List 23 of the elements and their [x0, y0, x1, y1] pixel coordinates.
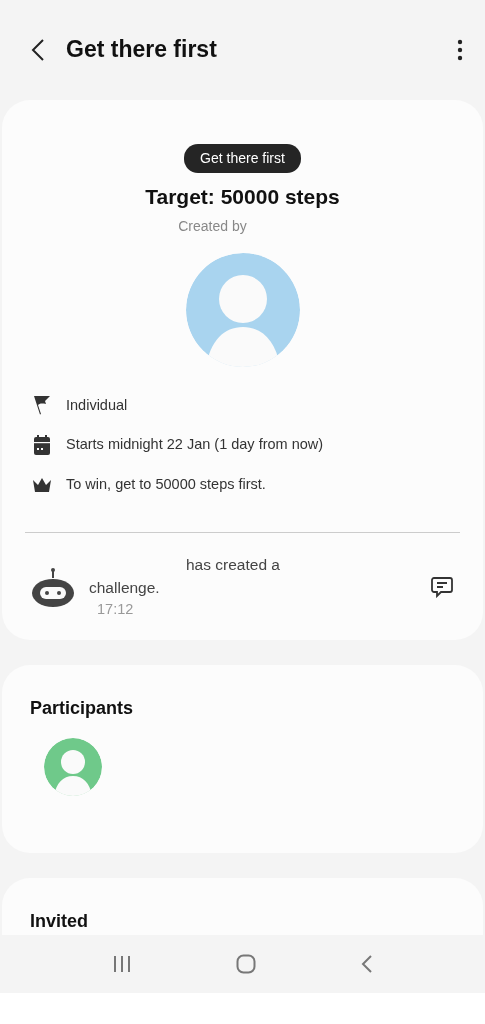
- detail-text: To win, get to 50000 steps first.: [66, 475, 266, 494]
- home-button[interactable]: [235, 954, 256, 974]
- calendar-icon: [33, 435, 51, 456]
- created-by-label: Created by: [178, 216, 247, 236]
- message-time: 17:12: [97, 600, 135, 620]
- challenge-type-label: Get there first: [184, 144, 301, 173]
- detail-text: Individual: [66, 395, 128, 415]
- detail-text: Starts midnight 22 Jan (1 day from now): [66, 435, 324, 455]
- avatar-icon: [44, 738, 102, 796]
- crown-icon: [32, 476, 52, 493]
- section-title: Participants: [30, 697, 135, 720]
- back-nav-button[interactable]: [360, 954, 373, 974]
- flag-icon: [33, 395, 51, 416]
- activity-message: has created a challenge.: [89, 554, 281, 598]
- avatar-icon: [185, 252, 300, 367]
- comment-button[interactable]: [431, 575, 453, 598]
- more-options-button[interactable]: [457, 39, 463, 61]
- robot-icon: [32, 566, 74, 607]
- section-title: Invited: [30, 910, 89, 933]
- recent-apps-button[interactable]: [112, 955, 131, 973]
- page-title: Get there first: [66, 36, 218, 64]
- target-title: Target: 50000 steps: [145, 184, 340, 210]
- back-button[interactable]: [30, 38, 46, 62]
